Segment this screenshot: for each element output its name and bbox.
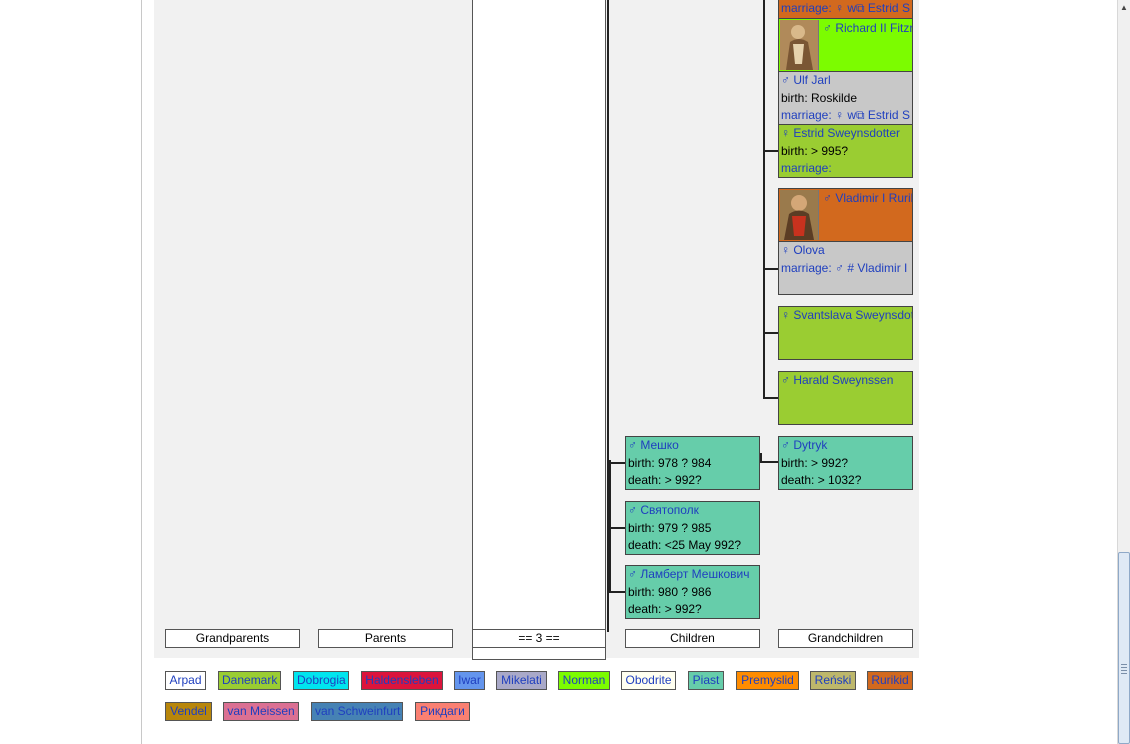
legend-item-van-schweinfurt: van Schweinfurt: [311, 702, 403, 721]
person-box[interactable]: ♀ Olova marriage: ♂ # Vladimir I: [778, 241, 913, 295]
marriage-row: marriage: ♀ w⧉ Estrid S: [781, 108, 910, 122]
connector-line: [609, 527, 626, 529]
person-name[interactable]: ♂ Harald Sweynssen: [779, 372, 912, 390]
connector-line: [609, 591, 626, 593]
birth-row: birth: > 992?: [781, 455, 849, 470]
person-box[interactable]: ♂ Ulf Jarl birth: Roskilde marriage: ♀ w…: [778, 71, 913, 125]
person-name[interactable]: ♀ Estrid Sweynsdotter: [779, 125, 912, 143]
person-box[interactable]: ♂ Richard II Fitzr: [778, 18, 913, 72]
connector-line: [763, 268, 779, 270]
legend-item-vendel: Vendel: [165, 702, 212, 721]
portrait-image: [780, 190, 819, 240]
header-generation: == 3 ==: [472, 629, 606, 648]
spouse-link[interactable]: ♀ w⧉ Estrid S: [835, 1, 910, 15]
children-connector: [609, 460, 611, 592]
portrait-image: [780, 20, 819, 70]
page-left-border: [141, 0, 142, 744]
legend-item-norman: Norman: [558, 671, 610, 690]
person-name[interactable]: ♀ Svantslava Sweynsdot: [779, 307, 912, 325]
legend-item-piast: Piast: [688, 671, 724, 690]
person-box[interactable]: ♂ Dytryk birth: > 992? death: > 1032?: [778, 436, 913, 490]
connector-line: [763, 397, 779, 399]
header-grandparents: Grandparents: [165, 629, 300, 648]
person-box[interactable]: ♂ Ламберт Мешкович birth: 980 ? 986 deat…: [625, 565, 760, 619]
legend-item-rikdagi: Рикдаги: [415, 702, 470, 721]
death-row: death: > 1032?: [781, 473, 862, 487]
scrollbar-grip-icon: [1121, 664, 1127, 674]
scrollbar-thumb[interactable]: [1118, 552, 1130, 744]
legend-item-arpad: Arpad: [165, 671, 206, 690]
legend-item-danemark: Danemark: [218, 671, 281, 690]
person-box[interactable]: ♂ Святополк birth: 979 ? 985 death: <25 …: [625, 501, 760, 555]
person-name[interactable]: ♂ Dytryk: [779, 437, 912, 455]
person-box[interactable]: ♀ Svantslava Sweynsdot: [778, 306, 913, 360]
marriage-row: marriage: ♀ w⧉ Estrid S: [781, 1, 910, 15]
person-box[interactable]: ♀ Estrid Sweynsdotter birth: > 995? marr…: [778, 124, 913, 178]
legend-item-renski: Reński: [810, 671, 856, 690]
spouse-link[interactable]: ♂ # Vladimir I: [835, 261, 907, 275]
header-parents: Parents: [318, 629, 453, 648]
person-name[interactable]: ♂ Мешко: [626, 437, 759, 455]
header-children: Children: [625, 629, 760, 648]
connector-line: [760, 461, 779, 463]
legend-item-obodrite: Obodrite: [621, 671, 676, 690]
legend-item-dobrogia: Dobrogia: [293, 671, 349, 690]
person-name[interactable]: ♂ Ламберт Мешкович: [626, 566, 759, 584]
birth-row: birth: 979 ? 985: [628, 520, 712, 535]
legend-item-haldensleben: Haldensleben: [361, 671, 443, 690]
person-box[interactable]: ♂ Мешко birth: 978 ? 984 death: > 992?: [625, 436, 760, 490]
person-name[interactable]: ♀ Olova: [779, 242, 912, 260]
spouse-link[interactable]: ♀ w⧉ Estrid S: [835, 108, 910, 122]
person-name[interactable]: ♂ Ulf Jarl: [779, 72, 912, 90]
marriage-row: marriage:: [781, 161, 832, 175]
death-row: death: > 992?: [628, 602, 702, 616]
death-row: death: <25 May 992?: [628, 538, 742, 552]
birth-row: birth: 980 ? 986: [628, 584, 712, 599]
person-name[interactable]: ♂ Richard II Fitzr: [821, 20, 912, 38]
legend-item-mikelati: Mikelati: [496, 671, 547, 690]
legend-item-premyslid: Premyslid: [736, 671, 799, 690]
scroll-up-arrow-icon[interactable]: ▲: [1118, 0, 1130, 16]
person-box[interactable]: ♂ Vladimir I Rurik: [778, 188, 913, 242]
legend-item-iwar: Iwar: [454, 671, 485, 690]
generation-column: [472, 0, 606, 660]
person-box[interactable]: marriage: ♀ w⧉ Estrid S: [778, 0, 913, 19]
connector-line: [609, 462, 626, 464]
birth-row: birth: > 995?: [781, 143, 849, 158]
birth-row: birth: Roskilde: [781, 90, 858, 105]
legend-item-van-meissen: van Meissen: [223, 702, 299, 721]
header-grandchildren: Grandchildren: [778, 629, 913, 648]
person-box[interactable]: ♂ Harald Sweynssen: [778, 371, 913, 425]
grandchildren-connector: [763, 0, 765, 398]
person-name[interactable]: ♂ Святополк: [626, 502, 759, 520]
marriage-row: marriage: ♂ # Vladimir I: [781, 260, 908, 275]
death-row: death: > 992?: [628, 473, 702, 487]
birth-row: birth: 978 ? 984: [628, 455, 712, 470]
legend-item-rurikid: Rurikid: [867, 671, 913, 690]
generation-footer-cell: [472, 647, 606, 660]
connector-line: [763, 332, 779, 334]
connector-line: [763, 150, 779, 152]
person-name[interactable]: ♂ Vladimir I Rurik: [821, 190, 912, 208]
